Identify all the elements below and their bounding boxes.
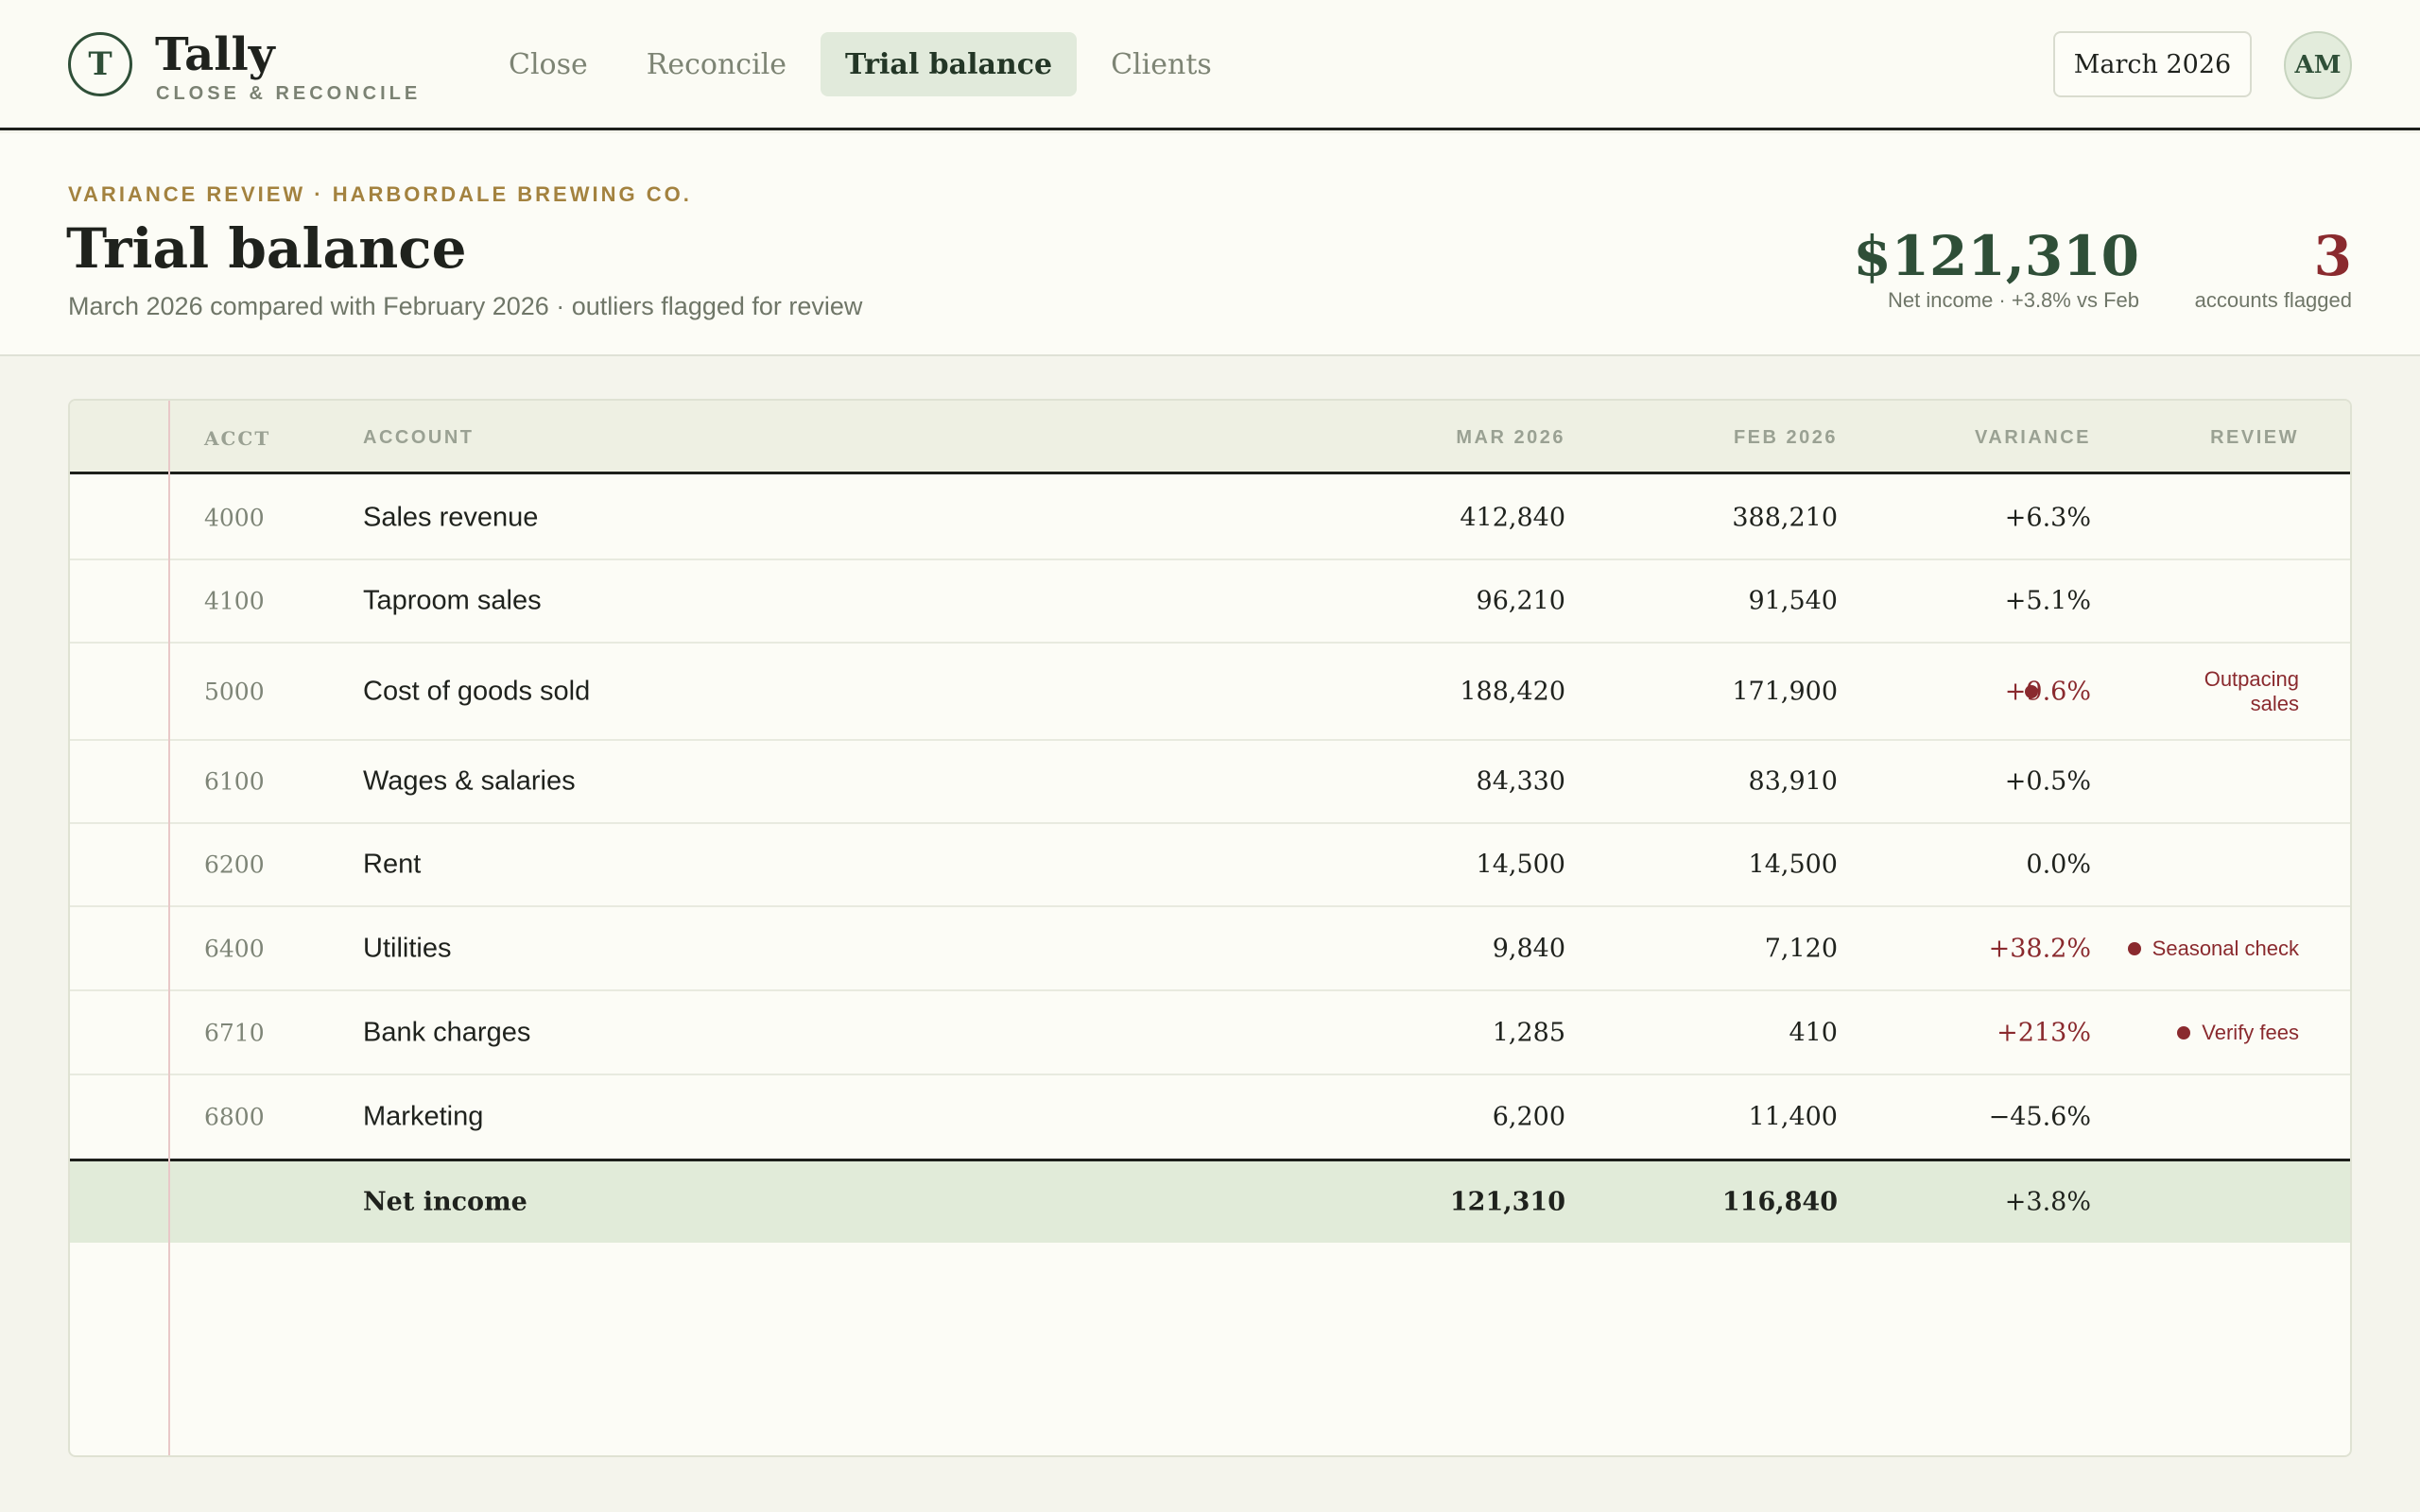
mar-amount: 9,840	[1492, 934, 1565, 963]
table-header: ACCT ACCOUNT MAR 2026 FEB 2026 VARIANCE …	[70, 401, 2350, 474]
main-nav: Close Reconcile Trial balance Clients	[484, 32, 1236, 96]
review-note[interactable]: Outpacing sales	[2024, 666, 2299, 716]
mar-amount: 96,210	[1476, 586, 1565, 616]
variance-value-flagged: +213%	[1996, 1018, 2091, 1047]
margin-rule	[168, 401, 170, 1455]
account-name: Bank charges	[363, 1017, 531, 1047]
feb-amount: 410	[1789, 1018, 1838, 1047]
account-name: Utilities	[363, 933, 452, 963]
table-row-flagged[interactable]: 6710 Bank charges 1,285 410 +213% Verify…	[70, 991, 2350, 1075]
table-row[interactable]: 4000 Sales revenue 412,840 388,210 +6.3%	[70, 477, 2350, 560]
table-row-flagged[interactable]: 6400 Utilities 9,840 7,120 +38.2% Season…	[70, 907, 2350, 991]
variance-value: +5.1%	[2004, 586, 2091, 616]
mar-amount: 1,285	[1492, 1018, 1565, 1047]
column-header-feb-2026[interactable]: FEB 2026	[1734, 427, 1838, 449]
review-note[interactable]: Verify fees	[2177, 1021, 2299, 1045]
variance-value: 0.0%	[2026, 850, 2091, 880]
user-avatar[interactable]: AM	[2284, 31, 2352, 99]
column-header-account[interactable]: ACCOUNT	[363, 427, 475, 449]
acct-number: 6200	[204, 850, 265, 879]
net-income-value: $121,310	[1853, 224, 2139, 288]
table-row[interactable]: 6800 Marketing 6,200 11,400 −45.6%	[70, 1075, 2350, 1159]
table-row-flagged[interactable]: 5000 Cost of goods sold 188,420 171,900 …	[70, 644, 2350, 741]
feb-amount: 91,540	[1748, 586, 1838, 616]
tab-trial-balance[interactable]: Trial balance	[821, 32, 1078, 96]
net-income-label: Net income · +3.8% vs Feb	[1888, 288, 2139, 312]
acct-number: 6100	[204, 767, 265, 796]
acct-number: 4000	[204, 504, 265, 532]
column-header-mar-2026[interactable]: MAR 2026	[1456, 427, 1565, 449]
tab-clients[interactable]: Clients	[1086, 32, 1236, 96]
tab-reconcile[interactable]: Reconcile	[622, 32, 811, 96]
net-income-total-row: Net income 121,310 116,840 +3.8%	[70, 1159, 2350, 1243]
flagged-count: 3	[2313, 224, 2352, 288]
total-mar-amount: 121,310	[1449, 1187, 1565, 1217]
account-name: Sales revenue	[363, 502, 539, 533]
tab-close[interactable]: Close	[484, 32, 613, 96]
page-eyebrow: VARIANCE REVIEW · HARBORDALE BREWING CO.	[68, 182, 692, 206]
acct-number: 6710	[204, 1019, 265, 1046]
flag-dot-icon	[2127, 941, 2141, 955]
brand-tagline: CLOSE & RECONCILE	[156, 83, 422, 104]
account-name: Taproom sales	[363, 585, 542, 616]
table-row[interactable]: 6100 Wages & salaries 84,330 83,910 +0.5…	[70, 741, 2350, 824]
page-subtitle: March 2026 compared with February 2026 ·…	[68, 292, 863, 320]
review-note-text: Seasonal check	[2152, 936, 2299, 960]
flag-dot-icon	[2024, 684, 2038, 698]
column-header-variance[interactable]: VARIANCE	[1975, 427, 2091, 449]
review-note-line-2: sales	[2250, 691, 2299, 715]
flagged-kpi: 3 accounts flagged	[2195, 226, 2352, 313]
mar-amount: 84,330	[1476, 766, 1565, 797]
acct-number: 6800	[204, 1103, 265, 1131]
account-name: Marketing	[363, 1101, 484, 1132]
mar-amount: 6,200	[1492, 1102, 1565, 1132]
acct-number: 5000	[204, 678, 265, 705]
mar-amount: 14,500	[1476, 850, 1565, 880]
column-header-acct[interactable]: ACCT	[204, 427, 270, 450]
table-row[interactable]: 6200 Rent 14,500 14,500 0.0%	[70, 824, 2350, 907]
feb-amount: 83,910	[1748, 766, 1838, 797]
variance-value-flagged: +9.6%	[2004, 677, 2091, 706]
net-income-kpi: $121,310 Net income · +3.8% vs Feb	[1853, 226, 2139, 313]
acct-number: 4100	[204, 587, 265, 615]
brand-name: Tally	[155, 28, 275, 81]
total-feb-amount: 116,840	[1721, 1187, 1838, 1217]
review-note-text: Verify fees	[2202, 1020, 2299, 1044]
flag-dot-icon	[2177, 1025, 2191, 1040]
total-variance: +3.8%	[2004, 1187, 2091, 1217]
account-name: Wages & salaries	[363, 765, 576, 797]
acct-number: 6400	[204, 935, 265, 962]
total-label: Net income	[363, 1187, 527, 1217]
feb-amount: 388,210	[1732, 503, 1838, 533]
review-note[interactable]: Seasonal check	[2127, 936, 2299, 961]
variance-value: +0.5%	[2004, 766, 2091, 797]
logo-icon[interactable]: T	[68, 32, 132, 96]
feb-amount: 14,500	[1748, 850, 1838, 880]
mar-amount: 412,840	[1460, 503, 1565, 533]
account-name: Rent	[363, 849, 422, 880]
flagged-label: accounts flagged	[2194, 288, 2352, 312]
period-selector-button[interactable]: March 2026	[2053, 31, 2252, 97]
variance-value: +6.3%	[2004, 503, 2091, 533]
feb-amount: 171,900	[1732, 677, 1838, 706]
variance-value: −45.6%	[1988, 1102, 2091, 1132]
review-note-line-1: Outpacing	[2204, 666, 2299, 691]
column-header-review[interactable]: REVIEW	[2210, 427, 2299, 449]
page-title: Trial balance	[66, 216, 467, 281]
table-row[interactable]: 4100 Taproom sales 96,210 91,540 +5.1%	[70, 560, 2350, 644]
trial-balance-table: ACCT ACCOUNT MAR 2026 FEB 2026 VARIANCE …	[68, 399, 2352, 1457]
mar-amount: 188,420	[1460, 677, 1565, 706]
account-name: Cost of goods sold	[363, 676, 591, 706]
feb-amount: 7,120	[1764, 934, 1838, 963]
page-header: VARIANCE REVIEW · HARBORDALE BREWING CO.…	[0, 133, 2420, 356]
feb-amount: 11,400	[1748, 1102, 1838, 1132]
variance-value-flagged: +38.2%	[1988, 934, 2091, 963]
top-bar: T Tally CLOSE & RECONCILE Close Reconcil…	[0, 0, 2420, 130]
